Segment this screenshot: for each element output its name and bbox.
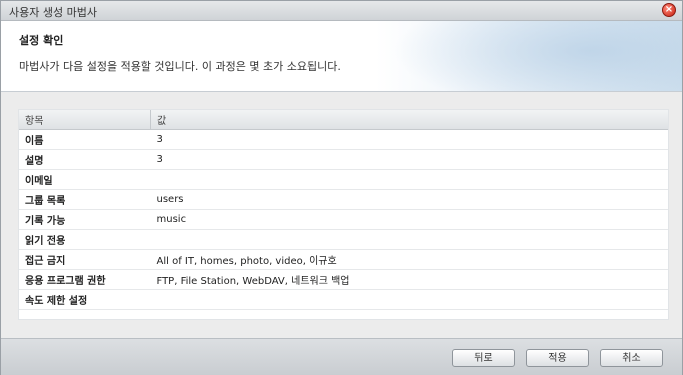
column-header-item[interactable]: 항목 bbox=[19, 110, 151, 130]
row-value bbox=[150, 169, 668, 190]
table-row[interactable]: 응용 프로그램 권한 FTP, File Station, WebDAV, 네트워… bbox=[19, 269, 668, 290]
wizard-window: 사용자 생성 마법사 × 설정 확인 마법사가 다음 설정을 적용할 것입니다.… bbox=[0, 0, 683, 375]
row-value bbox=[150, 289, 668, 310]
table-row[interactable]: 접근 금지 All of IT, homes, photo, video, 이규호 bbox=[19, 249, 668, 270]
row-value: 3 bbox=[150, 149, 668, 170]
header-decoration bbox=[392, 21, 682, 91]
table-row[interactable]: 이메일 bbox=[19, 169, 668, 190]
row-value bbox=[150, 229, 668, 250]
table-row[interactable]: 기록 가능 music bbox=[19, 209, 668, 230]
table-row[interactable]: 설명 3 bbox=[19, 149, 668, 170]
back-button[interactable]: 뒤로 bbox=[452, 349, 515, 367]
table-row[interactable]: 이름 3 bbox=[19, 129, 668, 150]
settings-table: 항목 값 이름 3 설명 3 이메일 그룹 목록 users 기록 가능 music 읽… bbox=[19, 110, 668, 310]
step-description: 마법사가 다음 설정을 적용할 것입니다. 이 과정은 몇 초가 소요됩니다. bbox=[19, 60, 341, 73]
row-key: 이메일 bbox=[19, 169, 151, 190]
column-header-value[interactable]: 값 bbox=[150, 110, 668, 130]
table-row[interactable]: 읽기 전용 bbox=[19, 229, 668, 250]
row-value: users bbox=[150, 189, 668, 210]
row-key: 접근 금지 bbox=[19, 249, 151, 270]
row-key: 그룹 목록 bbox=[19, 189, 151, 210]
row-value: All of IT, homes, photo, video, 이규호 bbox=[150, 249, 668, 270]
row-value: music bbox=[150, 209, 668, 230]
row-key: 속도 제한 설정 bbox=[19, 289, 151, 310]
row-value: 3 bbox=[150, 129, 668, 150]
cancel-button[interactable]: 취소 bbox=[600, 349, 663, 367]
row-value: FTP, File Station, WebDAV, 네트워크 백업 bbox=[150, 269, 668, 290]
row-key: 설명 bbox=[19, 149, 151, 170]
row-key: 기록 가능 bbox=[19, 209, 151, 230]
table-header-row: 항목 값 bbox=[19, 110, 668, 130]
row-key: 응용 프로그램 권한 bbox=[19, 269, 151, 290]
table-row[interactable]: 속도 제한 설정 bbox=[19, 289, 668, 310]
close-icon[interactable]: × bbox=[662, 3, 676, 17]
wizard-header: 설정 확인 마법사가 다음 설정을 적용할 것입니다. 이 과정은 몇 초가 소… bbox=[1, 21, 682, 92]
button-bar: 뒤로 적용 취소 bbox=[1, 338, 682, 375]
table-row[interactable]: 그룹 목록 users bbox=[19, 189, 668, 210]
step-title: 설정 확인 bbox=[19, 34, 64, 47]
title-bar: 사용자 생성 마법사 × bbox=[1, 1, 682, 21]
settings-summary: 항목 값 이름 3 설명 3 이메일 그룹 목록 users 기록 가능 music 읽… bbox=[18, 109, 669, 320]
row-key: 이름 bbox=[19, 129, 151, 150]
row-key: 읽기 전용 bbox=[19, 229, 151, 250]
apply-button[interactable]: 적용 bbox=[526, 349, 589, 367]
window-title: 사용자 생성 마법사 bbox=[9, 6, 97, 19]
